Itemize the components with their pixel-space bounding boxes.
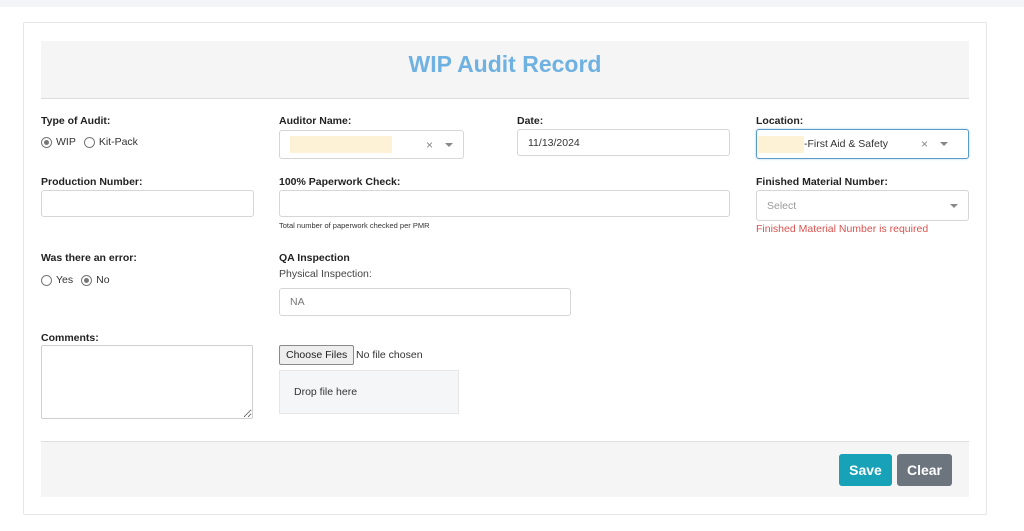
page-title: WIP Audit Record	[408, 51, 602, 77]
physical-inspection-label: Physical Inspection:	[279, 268, 372, 280]
form-footer: Save Clear	[41, 441, 969, 497]
redacted-value	[757, 135, 804, 153]
paperwork-check-label: 100% Paperwork Check:	[279, 176, 401, 188]
radio-yes[interactable]: Yes	[41, 274, 73, 286]
date-label: Date:	[517, 115, 544, 127]
comments-label: Comments:	[41, 332, 99, 344]
location-label: Location:	[756, 115, 804, 127]
production-number-input[interactable]	[41, 190, 254, 217]
qa-inspection-heading: QA Inspection	[279, 252, 350, 264]
clear-icon[interactable]: ×	[921, 137, 928, 151]
radio-kit-pack[interactable]: Kit-Pack	[83, 136, 138, 148]
save-button[interactable]: Save	[839, 454, 892, 486]
file-dropzone[interactable]: Drop file here	[279, 370, 459, 414]
radio-yes-label: Yes	[56, 274, 74, 286]
location-value: -First Aid & Safety	[804, 138, 889, 150]
radio-wip[interactable]: WIP	[41, 136, 76, 148]
chevron-down-icon[interactable]	[950, 203, 958, 208]
radio-kit-pack-label: Kit-Pack	[98, 136, 138, 148]
chevron-down-icon[interactable]	[940, 142, 948, 146]
radio-checked-icon[interactable]	[41, 136, 52, 148]
form-header: WIP Audit Record	[41, 41, 969, 99]
clear-icon[interactable]: ×	[426, 138, 433, 152]
radio-checked-icon[interactable]	[81, 274, 93, 286]
production-number-label: Production Number:	[41, 176, 143, 188]
audit-form-card: WIP Audit Record Type of Audit: WIP Kit-…	[23, 22, 987, 515]
top-bar	[0, 0, 1024, 7]
radio-no-label: No	[96, 274, 110, 286]
error-question-label: Was there an error:	[41, 252, 137, 264]
type-of-audit-label: Type of Audit:	[41, 115, 111, 127]
radio-no[interactable]: No	[81, 274, 110, 286]
location-select[interactable]: -First Aid & Safety ×	[756, 129, 969, 159]
type-of-audit-radio-group: WIP Kit-Pack	[41, 136, 146, 148]
radio-unchecked-icon[interactable]	[41, 274, 52, 286]
error-radio-group: Yes No	[41, 274, 118, 286]
finished-material-error: Finished Material Number is required	[756, 223, 929, 235]
physical-inspection-input[interactable]: NA	[279, 288, 571, 316]
radio-unchecked-icon[interactable]	[83, 136, 95, 148]
date-input[interactable]: 11/13/2024	[517, 129, 730, 156]
choose-files-button[interactable]: Choose Files	[279, 345, 355, 365]
auditor-name-select[interactable]: ×	[279, 130, 464, 159]
auditor-name-label: Auditor Name:	[279, 115, 352, 127]
finished-material-placeholder: Select	[767, 199, 797, 212]
finished-material-select[interactable]: Select	[756, 190, 969, 221]
redacted-value	[290, 136, 392, 153]
radio-wip-label: WIP	[56, 136, 76, 148]
paperwork-check-help: Total number of paperwork checked per PM…	[279, 221, 430, 230]
finished-material-label: Finished Material Number:	[756, 176, 888, 188]
dropzone-label: Drop file here	[294, 386, 358, 398]
chevron-down-icon[interactable]	[445, 142, 453, 147]
paperwork-check-input[interactable]	[279, 190, 730, 217]
clear-button[interactable]: Clear	[897, 454, 952, 486]
file-status: No file chosen	[356, 349, 423, 361]
comments-textarea[interactable]	[41, 345, 253, 419]
